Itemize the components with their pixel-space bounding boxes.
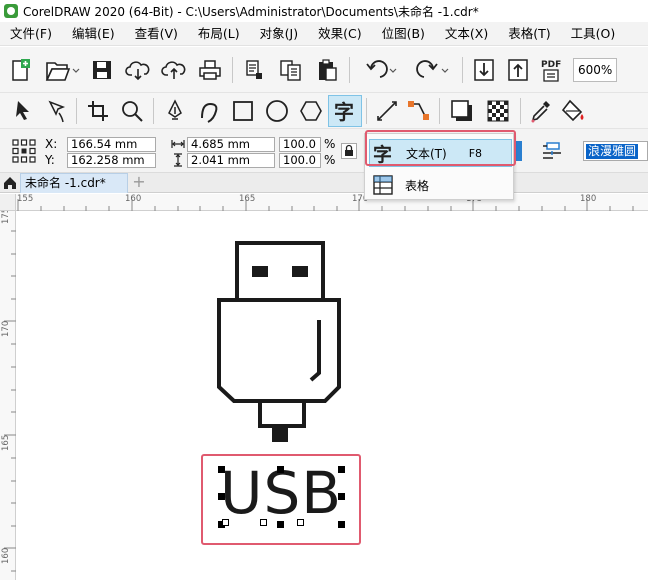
- selection-handle[interactable]: [277, 466, 284, 473]
- selection-handle[interactable]: [338, 466, 345, 473]
- selection-handle[interactable]: [218, 466, 225, 473]
- flyout-highlight: [365, 130, 516, 166]
- text-node-handle[interactable]: [297, 519, 304, 526]
- table-tool-icon: [369, 172, 397, 198]
- flyout-item-table-label: 表格: [405, 178, 430, 193]
- selection-handle[interactable]: [338, 493, 345, 500]
- flyout-item-table[interactable]: 表格: [369, 171, 512, 199]
- selection-handle[interactable]: [338, 521, 345, 528]
- text-node-handle[interactable]: [222, 519, 229, 526]
- text-node-handle[interactable]: [260, 519, 267, 526]
- selection-handle[interactable]: [277, 521, 284, 528]
- selection-handle[interactable]: [218, 493, 225, 500]
